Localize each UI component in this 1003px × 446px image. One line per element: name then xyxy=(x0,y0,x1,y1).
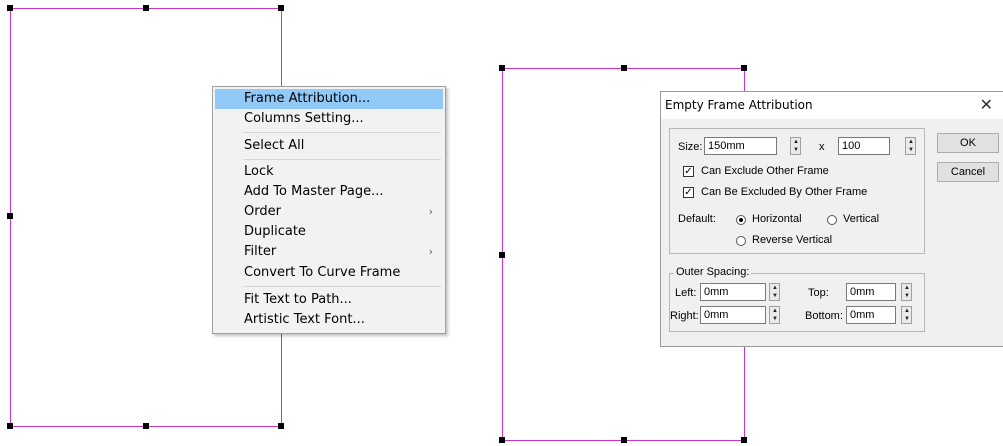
horizontal-label: Horizontal xyxy=(752,213,802,225)
spin-up-icon[interactable]: ▲ xyxy=(793,139,799,145)
right-spacing-field[interactable]: 0mm xyxy=(700,306,766,324)
menu-item-select-all[interactable]: Select All xyxy=(215,136,443,156)
resize-handle-middle-left[interactable] xyxy=(499,252,505,258)
resize-handle-top-middle[interactable] xyxy=(621,65,627,71)
resize-handle-bottom-left[interactable] xyxy=(499,437,505,443)
menu-item-lock[interactable]: Lock xyxy=(215,162,443,182)
bottom-spacing-spinner[interactable]: ▲ ▼ xyxy=(901,306,912,324)
spin-down-icon[interactable]: ▼ xyxy=(904,316,910,322)
menu-item-label: Fit Text to Path... xyxy=(244,292,352,307)
resize-handle-bottom-left[interactable] xyxy=(7,423,13,429)
outer-spacing-label: Outer Spacing: xyxy=(674,266,752,278)
size-x-label: x xyxy=(819,141,825,153)
menu-item-label: Frame Attribution... xyxy=(244,91,371,106)
spin-up-icon[interactable]: ▲ xyxy=(908,139,914,145)
can-be-excluded-label: Can Be Excluded By Other Frame xyxy=(701,186,868,198)
reverse-vertical-radio[interactable] xyxy=(736,236,746,246)
menu-item-order[interactable]: Order › xyxy=(215,202,443,222)
left-spacing-label: Left: xyxy=(675,287,697,299)
menu-item-label: Select All xyxy=(244,138,305,153)
resize-handle-top-left[interactable] xyxy=(7,5,13,11)
menu-item-label: Filter xyxy=(244,244,277,259)
resize-handle-middle-left[interactable] xyxy=(7,213,13,219)
context-menu: Frame Attribution... Columns Setting... … xyxy=(212,86,446,334)
width-field[interactable]: 150mm xyxy=(704,137,777,155)
top-spacing-field[interactable]: 0mm xyxy=(846,283,896,301)
can-be-excluded-checkbox[interactable]: ✓ xyxy=(683,187,694,198)
size-label: Size: xyxy=(678,141,703,153)
menu-item-label: Lock xyxy=(244,164,274,179)
menu-separator xyxy=(243,159,441,160)
resize-handle-bottom-middle[interactable] xyxy=(621,437,627,443)
right-spacing-label: Right: xyxy=(670,310,699,322)
resize-handle-bottom-middle[interactable] xyxy=(143,423,149,429)
menu-item-duplicate[interactable]: Duplicate xyxy=(215,222,443,242)
resize-handle-bottom-right[interactable] xyxy=(741,437,747,443)
top-spacing-label: Top: xyxy=(808,287,829,299)
menu-item-label: Convert To Curve Frame xyxy=(244,265,401,280)
menu-separator xyxy=(243,286,441,287)
vertical-radio[interactable] xyxy=(827,215,837,225)
default-label: Default: xyxy=(678,213,716,225)
menu-item-label: Columns Setting... xyxy=(244,111,364,126)
height-field[interactable]: 100 xyxy=(838,137,890,155)
width-spinner[interactable]: ▲ ▼ xyxy=(790,137,801,155)
menu-item-artistic-text-font[interactable]: Artistic Text Font... xyxy=(215,310,443,330)
can-exclude-label: Can Exclude Other Frame xyxy=(701,165,829,177)
vertical-label: Vertical xyxy=(843,213,880,225)
resize-handle-top-right[interactable] xyxy=(278,5,284,11)
spin-up-icon[interactable]: ▲ xyxy=(904,308,910,314)
close-icon[interactable]: ✕ xyxy=(980,95,993,115)
menu-item-fit-text-to-path[interactable]: Fit Text to Path... xyxy=(215,290,443,310)
chevron-right-icon: › xyxy=(428,245,433,258)
spin-down-icon[interactable]: ▼ xyxy=(908,147,914,153)
menu-item-label: Add To Master Page... xyxy=(244,184,384,199)
menu-item-columns-setting[interactable]: Columns Setting... xyxy=(215,109,443,129)
dialog-title-bar[interactable]: Empty Frame Attribution ✕ xyxy=(661,92,1003,119)
menu-item-filter[interactable]: Filter › xyxy=(215,242,443,262)
bottom-spacing-field[interactable]: 0mm xyxy=(846,306,896,324)
spin-down-icon[interactable]: ▼ xyxy=(904,293,910,299)
resize-handle-top-middle[interactable] xyxy=(143,5,149,11)
cancel-button[interactable]: Cancel xyxy=(937,162,999,182)
top-spacing-spinner[interactable]: ▲ ▼ xyxy=(901,283,912,301)
resize-handle-top-right[interactable] xyxy=(741,65,747,71)
spin-up-icon[interactable]: ▲ xyxy=(772,308,778,314)
left-spacing-spinner[interactable]: ▲ ▼ xyxy=(769,283,780,301)
menu-item-convert-to-curve-frame[interactable]: Convert To Curve Frame xyxy=(215,263,443,283)
chevron-right-icon: › xyxy=(428,205,433,218)
right-spacing-spinner[interactable]: ▲ ▼ xyxy=(769,306,780,324)
spin-up-icon[interactable]: ▲ xyxy=(904,285,910,291)
menu-separator xyxy=(243,132,441,133)
dialog-title: Empty Frame Attribution xyxy=(665,98,813,112)
menu-item-label: Order xyxy=(244,204,281,219)
ok-button[interactable]: OK xyxy=(937,133,999,153)
menu-item-label: Duplicate xyxy=(244,224,306,239)
reverse-vertical-label: Reverse Vertical xyxy=(752,234,833,246)
resize-handle-top-left[interactable] xyxy=(499,65,505,71)
spin-down-icon[interactable]: ▼ xyxy=(772,293,778,299)
resize-handle-bottom-right[interactable] xyxy=(278,423,284,429)
spin-up-icon[interactable]: ▲ xyxy=(772,285,778,291)
left-spacing-field[interactable]: 0mm xyxy=(700,283,766,301)
spin-down-icon[interactable]: ▼ xyxy=(772,316,778,322)
spin-down-icon[interactable]: ▼ xyxy=(793,147,799,153)
can-exclude-checkbox[interactable]: ✓ xyxy=(683,166,694,177)
horizontal-radio[interactable] xyxy=(736,215,746,225)
menu-item-label: Artistic Text Font... xyxy=(244,312,365,327)
height-spinner[interactable]: ▲ ▼ xyxy=(905,137,916,155)
empty-frame-attribution-dialog: Empty Frame Attribution ✕ Size: 150mm ▲ … xyxy=(660,91,1003,347)
menu-item-add-to-master-page[interactable]: Add To Master Page... xyxy=(215,182,443,202)
menu-item-frame-attribution[interactable]: Frame Attribution... xyxy=(215,89,443,109)
bottom-spacing-label: Bottom: xyxy=(805,310,843,322)
